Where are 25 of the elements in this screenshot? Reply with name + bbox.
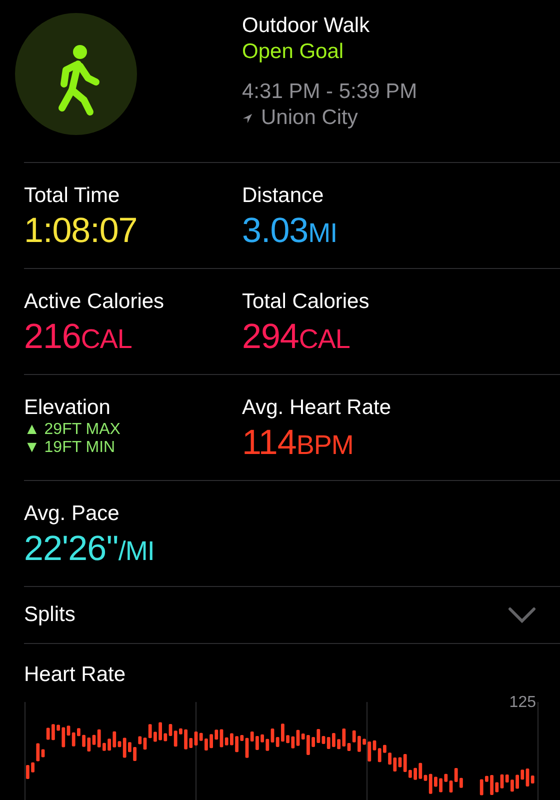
heart-rate-title: Heart Rate — [24, 662, 127, 688]
elevation-reading: ▼ 19FT MIN — [24, 439, 116, 457]
walking-figure-icon — [14, 12, 138, 136]
metric-value: 1:08:07 — [24, 210, 138, 252]
metric-label: Elevation — [24, 395, 112, 421]
chevron-icon[interactable] — [508, 607, 536, 623]
time-range: 4:31 PM - 5:39 PM — [242, 80, 418, 104]
metric-value: 294CAL — [242, 316, 351, 358]
metric-value: 114BPM — [242, 422, 354, 464]
location-arrow-icon — [242, 112, 253, 124]
metric-label: Total Calories — [242, 289, 370, 315]
location: Union City — [261, 106, 358, 130]
splits-label: Splits — [24, 602, 76, 628]
metric-label: Active Calories — [24, 289, 166, 315]
metric-label: Avg. Heart Rate — [242, 395, 392, 421]
workout-goal: Open Goal — [242, 40, 345, 64]
metric-label: Avg. Pace — [24, 501, 120, 527]
workout-title: Outdoor Walk — [242, 14, 371, 38]
elevation-reading: ▲ 29FT MAX — [24, 421, 122, 439]
metric-value: 216CAL — [24, 316, 133, 358]
metric-label: Distance — [242, 183, 325, 209]
metric-label: Total Time — [24, 183, 121, 209]
axis-label: 125 — [509, 694, 536, 712]
metric-value: 3.03MI — [242, 210, 338, 252]
metric-value: 22'26''/MI — [24, 528, 156, 570]
